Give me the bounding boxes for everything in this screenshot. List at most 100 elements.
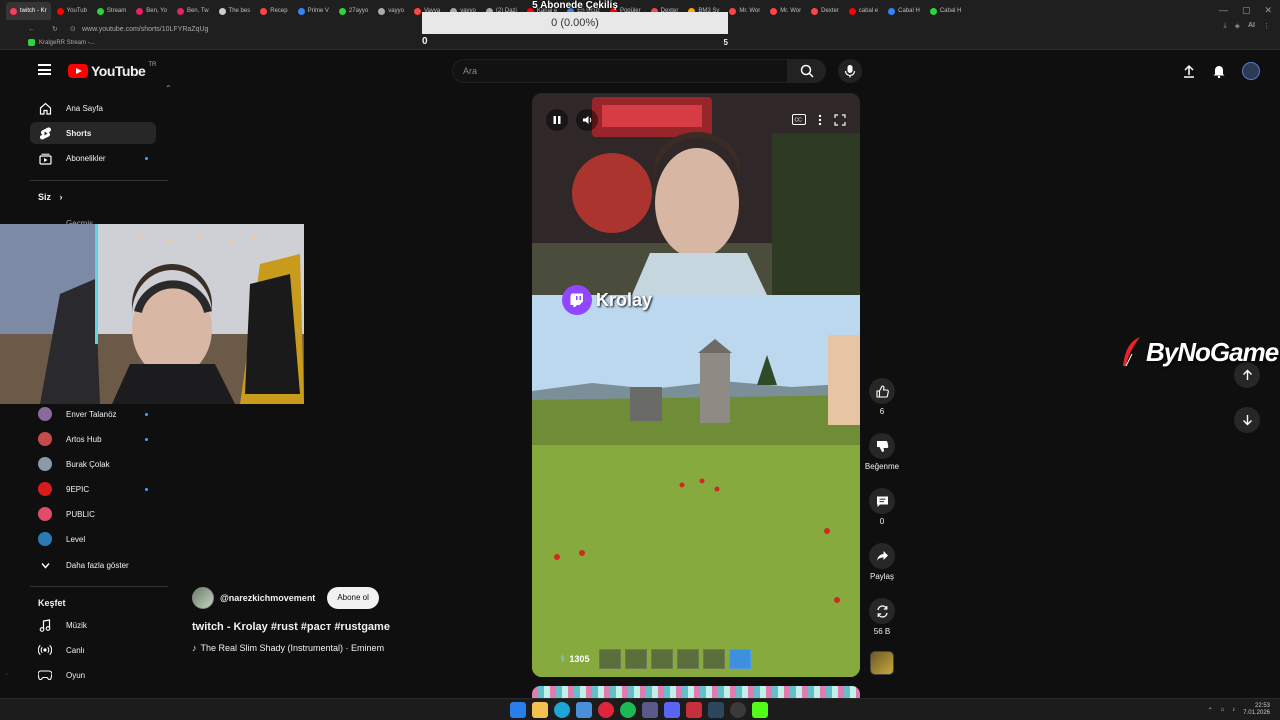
sidebar-item-home[interactable]: Ana Sayfa [30,97,156,119]
browser-tab[interactable]: Dexter [807,2,843,20]
browser-tab[interactable]: Cabal H [926,2,966,20]
voice-search-button[interactable] [838,59,862,83]
like-action[interactable]: 6 [864,378,900,416]
browser-tab[interactable]: 27ayyo [335,2,372,20]
more-options-icon[interactable] [818,114,822,126]
extension-icon[interactable]: ◈ [1235,22,1240,30]
sidebar-item-label: Abonelikler [66,153,106,163]
site-info-icon[interactable]: ⊙ [70,25,76,33]
sound-thumbnail[interactable] [870,651,894,675]
like-button[interactable] [869,378,895,404]
spotify-icon[interactable] [620,702,636,718]
sidebar-channel-item[interactable]: Level [30,528,156,550]
network-icon[interactable]: ⌂ [1221,707,1225,713]
share-button[interactable] [869,543,895,569]
browser-tab[interactable]: Ben, Tw [173,2,213,20]
store-icon[interactable] [576,702,592,718]
fullscreen-icon[interactable] [834,114,846,126]
dislike-action[interactable]: Beğenme [864,433,900,471]
channel-avatar [38,407,52,421]
reload-icon[interactable]: ↻ [52,25,58,33]
download-icon[interactable]: ⤓ [1224,22,1227,30]
sidebar-channel-item[interactable]: Enver Talanöz [30,403,156,425]
browser-tab[interactable]: Stream [93,2,130,20]
url-field[interactable]: www.youtube.com/shorts/10LFYRaZqUg [82,26,208,33]
comments-action[interactable]: 0 [864,488,900,526]
channel-avatar[interactable] [192,587,214,609]
watermark-text: ByNoGame [1146,336,1279,367]
browser-tab[interactable]: Recep [256,2,291,20]
sidebar-item-gaming[interactable]: Oyun [30,664,156,686]
video-title[interactable]: twitch - Krolay #rust #раст #rustgame [192,621,522,633]
pause-button[interactable] [546,109,568,131]
browser-tab[interactable]: Mr. Wor [766,2,805,20]
sidebar-channel-item[interactable]: PUBLIC [30,503,156,525]
browser-tab[interactable]: Prime V [294,2,333,20]
you-section-title[interactable]: Siz › [38,192,63,202]
browser-tab[interactable]: Ben, Yo [132,2,171,20]
browser-tab[interactable]: The bes [215,2,255,20]
opera-icon[interactable] [598,702,614,718]
browser-tab[interactable]: vayyo [374,2,408,20]
remix-button[interactable] [869,598,895,624]
menu-icon[interactable] [38,64,51,75]
minimize-icon[interactable]: — [1219,5,1228,16]
shorts-player[interactable]: CC Krolay ⚕ 1305 [532,93,860,677]
notifications-icon[interactable] [1212,64,1226,78]
browser-tab[interactable]: YouTub [53,2,91,20]
share-action[interactable]: Paylaş [864,543,900,581]
volume-button[interactable] [576,109,598,131]
browser-tab[interactable]: cabal e [845,2,882,20]
chevron-up-icon[interactable]: ⌃ [165,84,172,93]
comments-button[interactable] [869,488,895,514]
side-marker-icon: ◦ [6,672,9,678]
sidebar-item-shorts[interactable]: Shorts [30,122,156,144]
maximize-icon[interactable]: ▢ [1242,5,1251,16]
close-icon[interactable]: ✕ [1264,5,1272,16]
start-icon[interactable] [510,702,526,718]
browser-tab[interactable]: Cabal H [884,2,924,20]
media-icon[interactable] [686,702,702,718]
next-short-preview[interactable] [532,686,860,698]
steam-icon[interactable] [708,702,724,718]
account-avatar[interactable] [1242,62,1260,80]
show-more-button[interactable]: Daha fazla göster [30,554,156,576]
sidebar-item-live[interactable]: Canlı [30,639,156,661]
clock[interactable]: 22:53 7.01.2026 [1243,703,1270,717]
sidebar-channel-item[interactable]: Artos Hub [30,428,156,450]
file-explorer-icon[interactable] [532,702,548,718]
music-row[interactable]: ♪ The Real Slim Shady (Instrumental) · E… [192,643,522,653]
youtube-logo[interactable]: YouTube TR [68,62,156,79]
sidebar-item-music[interactable]: Müzik [30,614,156,636]
next-short-button[interactable] [1234,407,1260,433]
music-track: The Real Slim Shady (Instrumental) · Emi… [200,643,385,653]
discord-icon[interactable] [664,702,680,718]
window-controls: — ▢ ✕ [1219,5,1272,16]
app-icon[interactable] [642,702,658,718]
subscribe-button[interactable]: Abone ol [327,587,379,609]
kick-icon[interactable] [752,702,768,718]
sidebar-channel-item[interactable]: Burak Çolak [30,453,156,475]
channel-name[interactable]: @narezkichmovement [220,593,315,603]
dislike-button[interactable] [869,433,895,459]
browser-tab[interactable]: Mr. Wor [725,2,764,20]
remix-action[interactable]: 56 B [864,598,900,636]
channel-avatar [38,482,52,496]
remix-icon [876,604,888,618]
tab-favicon-icon [96,7,104,15]
menu-icon[interactable]: ⋮ [1263,22,1270,30]
edge-icon[interactable] [554,702,570,718]
bookmark-item[interactable]: KralgeRR Stream -... [39,40,95,46]
upload-icon[interactable] [1182,64,1196,78]
volume-tray-icon[interactable]: ♪ [1232,707,1235,713]
captions-icon[interactable]: CC [792,114,806,125]
search-input[interactable]: Ara [452,59,788,83]
browser-lang-label[interactable]: AI [1248,22,1255,30]
sidebar-item-subscriptions[interactable]: Abonelikler [30,147,156,169]
sidebar-channel-item[interactable]: 9EPIC [30,478,156,500]
browser-tab[interactable]: twitch - Kr [6,2,51,20]
search-button[interactable] [788,59,826,83]
tray-chevron-icon[interactable]: ⌃ [1208,707,1213,714]
back-icon[interactable]: ← [28,26,35,33]
obs-icon[interactable] [730,702,746,718]
